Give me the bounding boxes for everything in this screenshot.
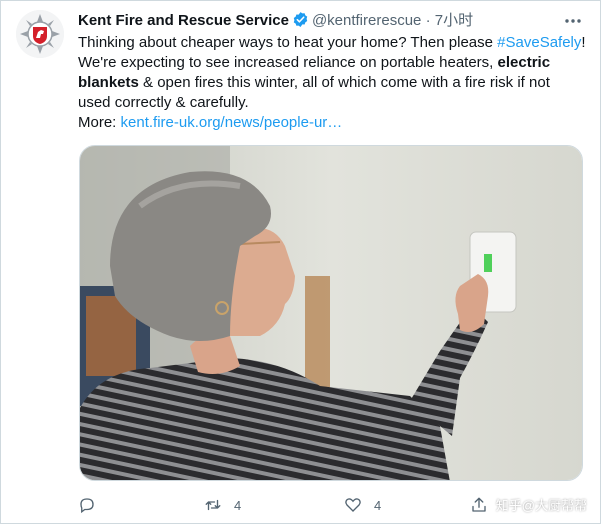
more-options-button[interactable] [563, 12, 583, 30]
retweet-count: 4 [234, 497, 242, 513]
tweet-text: Thinking about cheaper ways to heat your… [78, 33, 586, 133]
author-avatar[interactable] [16, 10, 64, 58]
tweet-timestamp[interactable]: 7小时 [435, 12, 473, 29]
author-handle[interactable]: @kentfirerescue [312, 12, 421, 29]
like-count: 4 [374, 497, 382, 513]
share-button[interactable] [470, 494, 488, 516]
author-name[interactable]: Kent Fire and Rescue Service [78, 12, 289, 29]
tweet-header: Kent Fire and Rescue Service @kentfireres… [78, 11, 585, 31]
tweet-text-part: & open fires this winter, all of which c… [78, 74, 550, 111]
share-icon [472, 497, 486, 512]
fire-service-crest-icon [16, 10, 64, 58]
like-button[interactable]: 4 [344, 494, 381, 516]
tweet-text-part: Thinking about cheaper ways to heat your… [78, 34, 498, 51]
retweet-button[interactable]: 4 [204, 494, 241, 516]
watermark-text: 知乎@大厨帮帮 [495, 498, 587, 513]
retweet-icon [205, 499, 221, 511]
article-link[interactable]: kent.fire-uk.org/news/people-ur… [121, 114, 343, 131]
reply-button[interactable] [78, 494, 96, 516]
separator-dot: · [425, 12, 431, 29]
more-label: More: [78, 114, 121, 131]
woman-adjusting-thermostat-image [80, 146, 582, 480]
more-dots-icon [565, 19, 581, 23]
verified-badge-icon [293, 12, 308, 27]
hashtag-link[interactable]: #SaveSafely [497, 34, 581, 51]
reply-icon [80, 498, 94, 514]
tweet-photo[interactable] [79, 145, 583, 481]
heart-icon [345, 498, 361, 512]
